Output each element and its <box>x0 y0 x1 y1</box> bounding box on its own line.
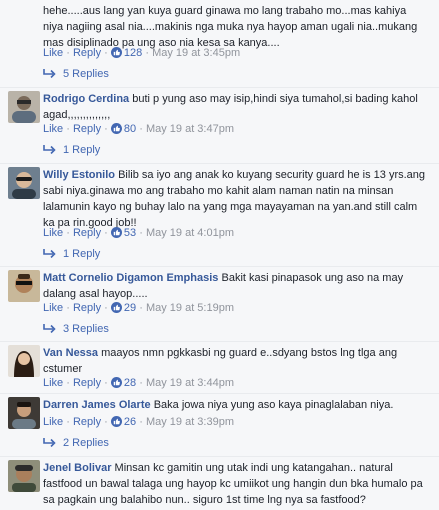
author-name[interactable]: Van Nessa <box>43 347 98 359</box>
author-name[interactable]: Matt Cornelio Digamon Emphasis <box>43 272 218 284</box>
avatar[interactable] <box>8 167 40 199</box>
reply-arrow-icon <box>43 145 56 154</box>
reply-arrow-icon <box>43 69 56 78</box>
reply-link[interactable]: Reply <box>73 416 101 428</box>
timestamp[interactable]: May 19 at 3:47pm <box>146 123 234 135</box>
like-count[interactable]: 29 <box>110 302 139 314</box>
thumbs-up-icon <box>110 227 122 238</box>
avatar-image <box>8 460 40 492</box>
avatar[interactable] <box>8 397 40 429</box>
avatar-image <box>8 397 40 429</box>
comment-body: Rodrigo Cerdina buti p yung aso may isip… <box>43 91 429 123</box>
thumbs-up-icon <box>110 123 122 134</box>
view-replies-link[interactable]: 5 Replies <box>43 67 109 81</box>
comment-body: hehe.....aus lang yan kuya guard ginawa … <box>43 3 429 51</box>
comment-body: Jenel Bolivar Minsan kc gamitin ung utak… <box>43 460 429 508</box>
comment-actions: Like · Reply · 29 · May 19 at 5:19pm <box>43 302 235 314</box>
divider <box>0 456 439 457</box>
view-replies-link[interactable]: 1 Reply <box>43 143 100 157</box>
avatar-image <box>8 167 40 199</box>
like-link[interactable]: Like <box>43 123 63 135</box>
divider <box>0 87 439 88</box>
like-count[interactable]: 28 <box>110 377 139 389</box>
thumbs-up-icon <box>110 302 122 313</box>
reply-link[interactable]: Reply <box>73 227 101 239</box>
comment-actions: Like · Reply · 26 · May 19 at 3:39pm <box>43 416 235 428</box>
comment-body: Matt Cornelio Digamon Emphasis Bakit kas… <box>43 270 429 302</box>
divider <box>0 393 439 394</box>
avatar[interactable] <box>8 270 40 302</box>
avatar[interactable] <box>8 345 40 377</box>
comment-body: Van Nessa maayos nmn pgkkasbi ng guard e… <box>43 345 429 377</box>
author-name[interactable]: Darren James Olarte <box>43 399 151 411</box>
reply-link[interactable]: Reply <box>73 47 101 59</box>
like-link[interactable]: Like <box>43 416 63 428</box>
reply-link[interactable]: Reply <box>73 377 101 389</box>
author-name[interactable]: Jenel Bolivar <box>43 462 111 474</box>
like-count[interactable]: 128 <box>110 47 145 59</box>
thumbs-up-icon <box>110 377 122 388</box>
reply-link[interactable]: Reply <box>73 302 101 314</box>
reply-arrow-icon <box>43 324 56 333</box>
divider <box>0 163 439 164</box>
comment-text: Baka jowa niya yung aso kaya pinaglalaba… <box>153 399 394 411</box>
reply-arrow-icon <box>43 438 56 447</box>
avatar[interactable] <box>8 91 40 123</box>
avatar[interactable] <box>8 460 40 492</box>
avatar-image <box>8 91 40 123</box>
comment-actions: Like · Reply · 53 · May 19 at 4:01pm <box>43 227 235 239</box>
timestamp[interactable]: May 19 at 3:45pm <box>152 47 240 59</box>
comment-actions: Like · Reply · 80 · May 19 at 3:47pm <box>43 123 235 135</box>
like-count[interactable]: 26 <box>110 416 139 428</box>
avatar-image <box>8 345 40 377</box>
comment-actions: Like · Reply · 28 · May 19 at 3:44pm <box>43 377 235 389</box>
reply-link[interactable]: Reply <box>73 123 101 135</box>
comment-body: Darren James Olarte Baka jowa niya yung … <box>43 397 429 413</box>
comment-thread: hehe.....aus lang yan kuya guard ginawa … <box>0 0 439 510</box>
author-name[interactable]: Willy Estonilo <box>43 169 115 181</box>
timestamp[interactable]: May 19 at 3:44pm <box>146 377 234 389</box>
thumbs-up-icon <box>110 416 122 427</box>
avatar-image <box>8 270 40 302</box>
comment-actions: Like · Reply · 128 · May 19 at 3:45pm <box>43 47 241 59</box>
author-name[interactable]: Rodrigo Cerdina <box>43 93 129 105</box>
view-replies-link[interactable]: 2 Replies <box>43 436 109 450</box>
reply-arrow-icon <box>43 249 56 258</box>
divider <box>0 266 439 267</box>
timestamp[interactable]: May 19 at 3:39pm <box>146 416 234 428</box>
timestamp[interactable]: May 19 at 4:01pm <box>146 227 234 239</box>
thumbs-up-icon <box>110 47 122 58</box>
view-replies-link[interactable]: 1 Reply <box>43 247 100 261</box>
like-count[interactable]: 80 <box>110 123 139 135</box>
like-link[interactable]: Like <box>43 47 63 59</box>
view-replies-link[interactable]: 3 Replies <box>43 322 109 336</box>
like-link[interactable]: Like <box>43 227 63 239</box>
divider <box>0 341 439 342</box>
comment-text: hehe.....aus lang yan kuya guard ginawa … <box>43 5 418 49</box>
comment-body: Willy Estonilo Bilib sa iyo ang anak ko … <box>43 167 429 231</box>
timestamp[interactable]: May 19 at 5:19pm <box>146 302 234 314</box>
like-link[interactable]: Like <box>43 377 63 389</box>
like-link[interactable]: Like <box>43 302 63 314</box>
like-count[interactable]: 53 <box>110 227 139 239</box>
